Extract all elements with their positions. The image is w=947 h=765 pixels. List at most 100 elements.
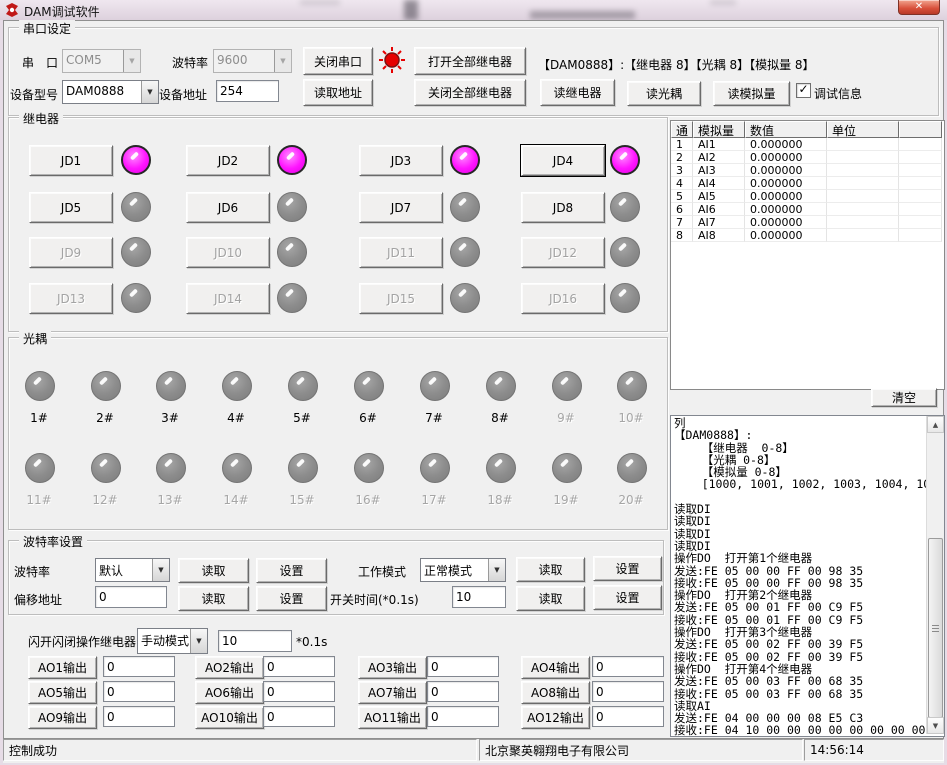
chevron-down-icon: ▼: [123, 50, 140, 72]
table-row[interactable]: 3AI30.000000: [671, 164, 944, 177]
debug-info-checkbox[interactable]: ✓: [796, 83, 811, 98]
ao-output-button-2[interactable]: AO2输出: [195, 656, 264, 679]
device-model-select[interactable]: DAM0888 ▼: [62, 80, 159, 104]
ao-output-input-6[interactable]: [263, 681, 335, 702]
scroll-down-icon[interactable]: ▼: [927, 717, 944, 734]
offset-set-button[interactable]: 设置: [256, 586, 327, 611]
relay-led-jd3: [450, 145, 480, 175]
ao-output-button-10[interactable]: AO10输出: [195, 706, 264, 729]
ao-output-input-3[interactable]: [427, 656, 499, 677]
baud2-select[interactable]: 默认 ▼: [95, 558, 170, 582]
opto-led-17: [420, 453, 450, 483]
ao-output-button-6[interactable]: AO6输出: [195, 681, 264, 704]
close-port-button[interactable]: 关闭串口: [303, 47, 373, 75]
ao-output-button-11[interactable]: AO11输出: [358, 706, 427, 729]
work-mode-read-button[interactable]: 读取: [516, 557, 585, 582]
ao-output-input-1[interactable]: [103, 656, 175, 677]
ao-output-button-8[interactable]: AO8输出: [521, 681, 590, 704]
log-box[interactable]: 列 【DAM0888】: 【继电器 0-8】 【光耦 0-8】 【模拟量 0-8…: [670, 415, 945, 737]
ao-output-input-11[interactable]: [427, 706, 499, 727]
switch-time-read-button[interactable]: 读取: [516, 586, 585, 611]
opto-label-11: 11#: [17, 493, 61, 507]
close-all-relays-button[interactable]: 关闭全部继电器: [414, 79, 526, 106]
work-mode-select[interactable]: 正常模式 ▼: [420, 558, 506, 582]
relay-button-jd5[interactable]: JD5: [29, 192, 113, 223]
relay-button-jd15[interactable]: JD15: [359, 283, 443, 314]
scroll-up-icon[interactable]: ▲: [927, 416, 944, 433]
table-cell: AI2: [693, 151, 745, 164]
serial-port-select[interactable]: COM5 ▼: [62, 49, 141, 73]
clear-log-button[interactable]: 清空: [871, 388, 937, 407]
relay-button-jd16[interactable]: JD16: [521, 283, 605, 314]
read-addr-button[interactable]: 读取地址: [303, 79, 373, 106]
device-addr-input[interactable]: [216, 80, 279, 102]
ao-output-button-12[interactable]: AO12输出: [521, 706, 590, 729]
relay-button-jd9[interactable]: JD9: [29, 237, 113, 268]
chevron-down-icon: ▼: [488, 559, 505, 581]
baudrate-select[interactable]: 9600 ▼: [213, 49, 292, 73]
relay-led-jd6: [277, 192, 307, 222]
read-opto-button[interactable]: 读光耦: [627, 81, 701, 106]
switch-time-label: 开关时间(*0.1s): [330, 591, 419, 608]
table-cell: 0.000000: [745, 190, 827, 203]
work-mode-set-button[interactable]: 设置: [593, 556, 662, 581]
relay-button-jd6[interactable]: JD6: [186, 192, 270, 223]
table-row[interactable]: 1AI10.000000: [671, 138, 944, 151]
table-row[interactable]: 5AI50.000000: [671, 190, 944, 203]
relay-button-jd1[interactable]: JD1: [29, 145, 113, 176]
table-row[interactable]: 8AI80.000000: [671, 229, 944, 242]
relay-button-jd2[interactable]: JD2: [186, 145, 270, 176]
read-analog-button[interactable]: 读模拟量: [713, 81, 790, 106]
table-row[interactable]: 6AI60.000000: [671, 203, 944, 216]
relay-button-jd3[interactable]: JD3: [359, 145, 443, 176]
table-cell: 1: [671, 138, 693, 151]
relay-button-jd8[interactable]: JD8: [521, 192, 605, 223]
relay-button-jd14[interactable]: JD14: [186, 283, 270, 314]
ao-output-input-12[interactable]: [592, 706, 664, 727]
chevron-down-icon: ▼: [274, 50, 291, 72]
flash-relay-label: 闪开闪闭操作继电器: [28, 633, 136, 650]
ao-output-input-2[interactable]: [263, 656, 335, 677]
flash-mode-select[interactable]: 手动模式 ▼: [137, 628, 208, 654]
baud2-label: 波特率: [14, 563, 50, 580]
offset-addr-input[interactable]: [95, 586, 167, 608]
relay-button-jd10[interactable]: JD10: [186, 237, 270, 268]
relay-button-jd4[interactable]: JD4: [521, 145, 605, 176]
baud-read-button[interactable]: 读取: [178, 558, 249, 583]
table-cell: 6: [671, 203, 693, 216]
switch-time-input[interactable]: [452, 586, 506, 608]
close-button[interactable]: ✕: [898, 0, 940, 15]
flash-time-input[interactable]: [218, 630, 292, 652]
table-row[interactable]: 4AI40.000000: [671, 177, 944, 190]
ao-output-button-5[interactable]: AO5输出: [28, 681, 97, 704]
ao-output-input-4[interactable]: [592, 656, 664, 677]
ao-output-button-3[interactable]: AO3输出: [358, 656, 427, 679]
open-all-relays-button[interactable]: 打开全部继电器: [414, 47, 526, 75]
ao-output-button-9[interactable]: AO9输出: [28, 706, 97, 729]
baud-set-button[interactable]: 设置: [256, 558, 327, 583]
ao-output-input-9[interactable]: [103, 706, 175, 727]
relay-button-jd13[interactable]: JD13: [29, 283, 113, 314]
offset-read-button[interactable]: 读取: [178, 586, 249, 611]
relay-button-jd11[interactable]: JD11: [359, 237, 443, 268]
table-row[interactable]: 7AI70.000000: [671, 216, 944, 229]
app-window: DAM调试软件 ✕ 串口设定 串 口 COM5 ▼ 波特率 9600 ▼ 关闭串…: [0, 0, 947, 765]
relay-button-jd12[interactable]: JD12: [521, 237, 605, 268]
switch-time-set-button[interactable]: 设置: [593, 585, 662, 610]
ao-output-input-8[interactable]: [592, 681, 664, 702]
read-relay-button[interactable]: 读继电器: [540, 79, 615, 106]
relay-button-jd7[interactable]: JD7: [359, 192, 443, 223]
ao-output-button-1[interactable]: AO1输出: [28, 656, 97, 679]
table-row[interactable]: 2AI20.000000: [671, 151, 944, 164]
ao-output-input-5[interactable]: [103, 681, 175, 702]
device-model-label: 设备型号: [10, 86, 58, 103]
opto-label-12: 12#: [83, 493, 127, 507]
relay-led-jd8: [610, 192, 640, 222]
ao-output-input-10[interactable]: [263, 706, 335, 727]
analog-table[interactable]: 通模拟量数值单位1AI10.0000002AI20.0000003AI30.00…: [670, 120, 945, 390]
ao-output-button-4[interactable]: AO4输出: [521, 656, 590, 679]
scrollbar-thumb[interactable]: [928, 538, 943, 718]
log-scrollbar[interactable]: ▲ ▼: [926, 416, 944, 734]
ao-output-button-7[interactable]: AO7输出: [358, 681, 427, 704]
ao-output-input-7[interactable]: [427, 681, 499, 702]
